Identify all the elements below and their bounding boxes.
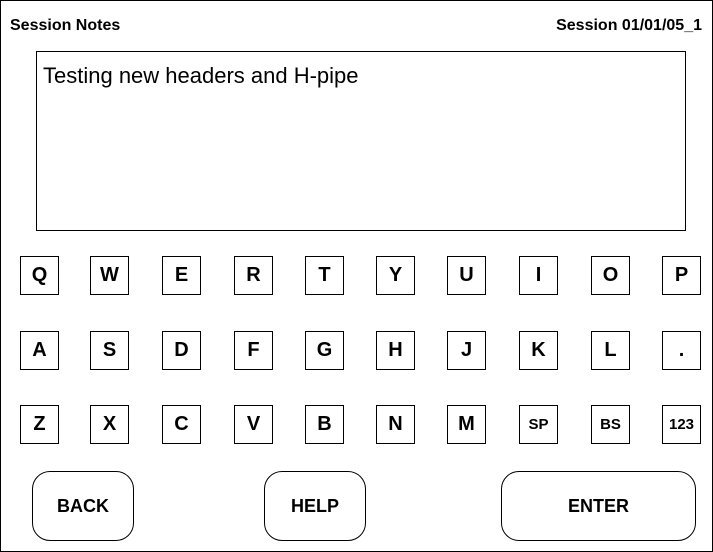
help-button[interactable]: HELP <box>264 471 366 541</box>
key-sp[interactable]: SP <box>519 405 558 444</box>
key-a[interactable]: A <box>20 331 59 370</box>
key-m[interactable]: M <box>447 405 486 444</box>
key-q[interactable]: Q <box>20 256 59 295</box>
key-r[interactable]: R <box>234 256 273 295</box>
key-l[interactable]: L <box>591 331 630 370</box>
key-j[interactable]: J <box>447 331 486 370</box>
key-y[interactable]: Y <box>376 256 415 295</box>
key-t[interactable]: T <box>305 256 344 295</box>
key-period[interactable]: . <box>662 331 701 370</box>
key-k[interactable]: K <box>519 331 558 370</box>
key-z[interactable]: Z <box>20 405 59 444</box>
back-button[interactable]: BACK <box>32 471 134 541</box>
key-o[interactable]: O <box>591 256 630 295</box>
key-g[interactable]: G <box>305 331 344 370</box>
key-b[interactable]: B <box>305 405 344 444</box>
key-c[interactable]: C <box>162 405 201 444</box>
key-i[interactable]: I <box>519 256 558 295</box>
key-h[interactable]: H <box>376 331 415 370</box>
key-e[interactable]: E <box>162 256 201 295</box>
notes-text-area[interactable]: Testing new headers and H-pipe <box>36 51 686 231</box>
key-p[interactable]: P <box>662 256 701 295</box>
enter-button[interactable]: ENTER <box>501 471 696 541</box>
key-n[interactable]: N <box>376 405 415 444</box>
key-f[interactable]: F <box>234 331 273 370</box>
key-v[interactable]: V <box>234 405 273 444</box>
key-bs[interactable]: BS <box>591 405 630 444</box>
session-id-label: Session 01/01/05_1 <box>556 17 702 34</box>
key-d[interactable]: D <box>162 331 201 370</box>
key-x[interactable]: X <box>90 405 129 444</box>
key-123[interactable]: 123 <box>662 405 701 444</box>
page-title: Session Notes <box>10 17 121 34</box>
key-u[interactable]: U <box>447 256 486 295</box>
key-s[interactable]: S <box>90 331 129 370</box>
key-w[interactable]: W <box>90 256 129 295</box>
